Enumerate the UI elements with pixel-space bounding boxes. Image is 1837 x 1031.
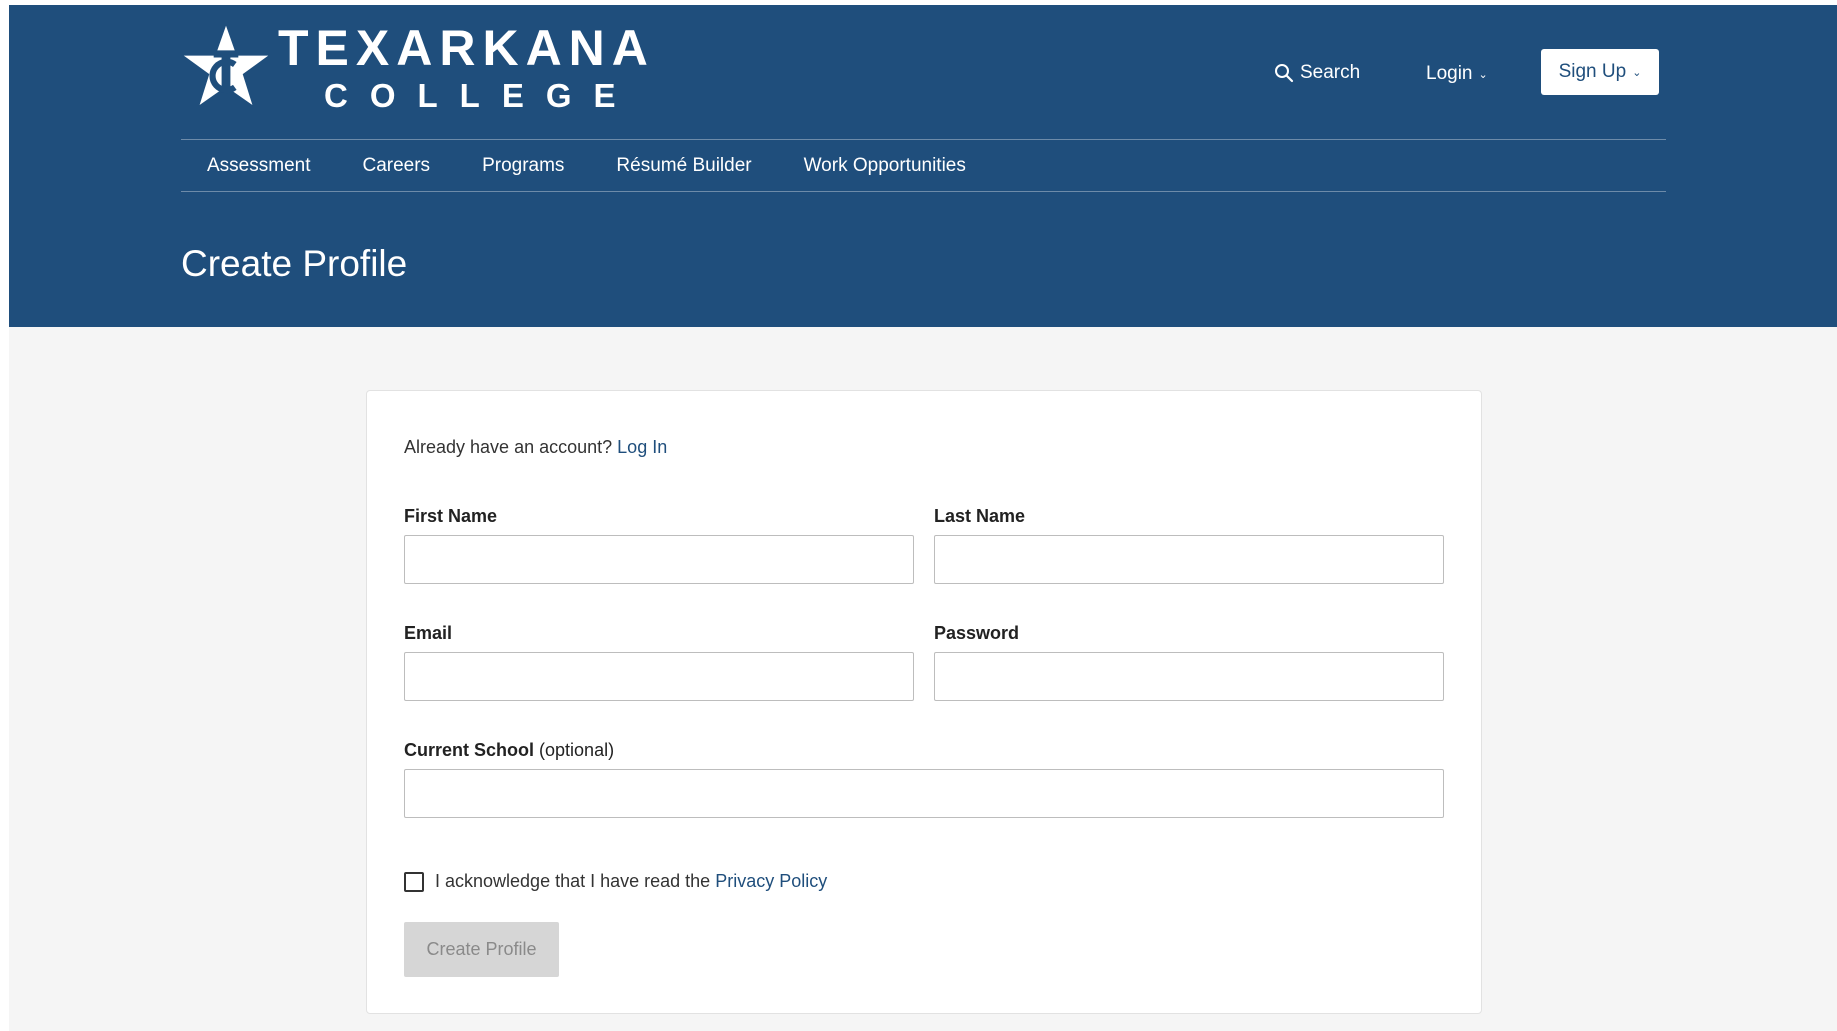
login-link[interactable]: Log In xyxy=(617,437,667,457)
create-profile-button[interactable]: Create Profile xyxy=(404,922,559,977)
last-name-label: Last Name xyxy=(934,506,1026,526)
first-name-group: First Name xyxy=(404,506,914,584)
signup-label: Sign Up xyxy=(1558,61,1627,82)
password-label: Password xyxy=(934,623,1020,643)
nav-item-work-opportunities[interactable]: Work Opportunities xyxy=(804,155,966,177)
last-name-input[interactable] xyxy=(934,535,1444,584)
main-nav: Assessment Careers Programs Résumé Build… xyxy=(181,139,1666,192)
search-icon xyxy=(1275,64,1294,83)
page-title: Create Profile xyxy=(181,243,408,284)
privacy-acknowledgement: I acknowledge that I have read the Priva… xyxy=(404,871,827,892)
email-input[interactable] xyxy=(404,652,914,701)
already-account-label: Already have an account? xyxy=(404,437,613,457)
privacy-policy-link[interactable]: Privacy Policy xyxy=(715,871,827,892)
nav-item-assessment[interactable]: Assessment xyxy=(207,155,310,177)
page-frame: TEXARKANA COLLEGE Search Login ⌄ Sign Up… xyxy=(9,5,1837,1031)
tc-star-logo-icon xyxy=(183,25,269,105)
header-band: TEXARKANA COLLEGE Search Login ⌄ Sign Up… xyxy=(9,5,1837,327)
chevron-down-icon: ⌄ xyxy=(1478,68,1488,81)
password-group: Password xyxy=(934,623,1444,701)
chevron-down-icon: ⌄ xyxy=(1632,66,1642,79)
current-school-label: Current School (optional) xyxy=(404,740,1444,761)
search-label: Search xyxy=(1300,62,1361,83)
nav-item-careers[interactable]: Careers xyxy=(362,155,430,177)
login-dropdown[interactable]: Login ⌄ xyxy=(1426,63,1488,85)
email-label: Email xyxy=(404,623,453,643)
email-group: Email xyxy=(404,623,914,701)
current-school-label-text: Current School xyxy=(404,740,535,760)
optional-tag: (optional) xyxy=(539,740,615,760)
site-logo[interactable]: TEXARKANA COLLEGE xyxy=(180,23,655,112)
login-label: Login xyxy=(1426,63,1473,84)
first-name-input[interactable] xyxy=(404,535,914,584)
ack-text: I acknowledge that I have read the xyxy=(435,871,711,891)
nav-item-programs[interactable]: Programs xyxy=(482,155,564,177)
logo-wordmark: TEXARKANA COLLEGE xyxy=(278,23,655,112)
privacy-checkbox[interactable] xyxy=(404,871,424,892)
search-link[interactable]: Search xyxy=(1274,62,1360,84)
logo-line-1: TEXARKANA xyxy=(278,20,655,76)
create-profile-card: Already have an account? Log In First Na… xyxy=(366,390,1482,1014)
nav-item-resume-builder[interactable]: Résumé Builder xyxy=(616,155,751,177)
signup-button[interactable]: Sign Up ⌄ xyxy=(1541,49,1659,95)
current-school-group: Current School (optional) xyxy=(404,740,1444,818)
already-account-text: Already have an account? Log In xyxy=(404,437,667,458)
logo-line-2: COLLEGE xyxy=(324,77,638,114)
current-school-input[interactable] xyxy=(404,769,1444,818)
password-input[interactable] xyxy=(934,652,1444,701)
first-name-label: First Name xyxy=(404,506,498,526)
last-name-group: Last Name xyxy=(934,506,1444,584)
